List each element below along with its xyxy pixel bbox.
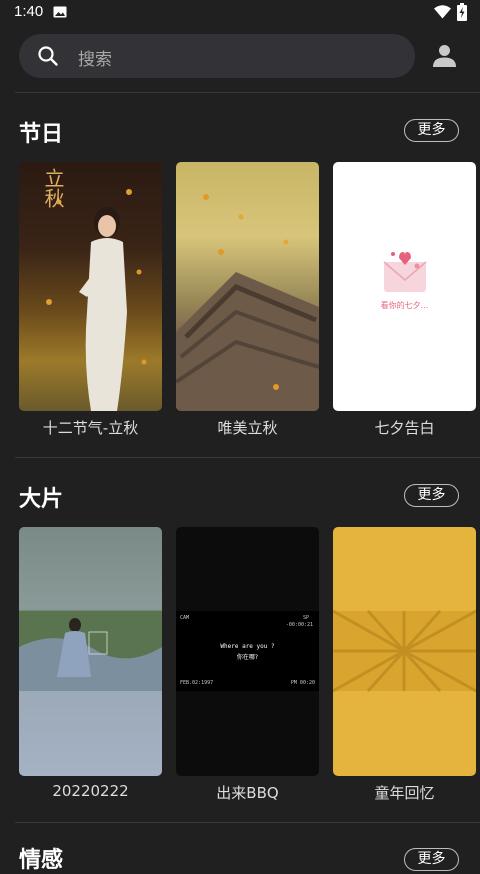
- section-title-emotion: 情感: [19, 848, 64, 873]
- card-label: 出来BBQ: [216, 784, 279, 802]
- divider: [15, 92, 480, 93]
- sp-label: SP: [302, 615, 309, 621]
- card-thumbnail: [19, 611, 162, 691]
- overlay-title: Where are you ?: [220, 643, 275, 650]
- more-button-emotion[interactable]: 更多: [404, 848, 459, 871]
- template-card[interactable]: [19, 527, 162, 776]
- section-title-festival: 节日: [19, 122, 64, 147]
- template-card[interactable]: [333, 527, 476, 776]
- counter-label: -00:00:21: [285, 622, 313, 628]
- divider: [15, 822, 480, 823]
- cam-label: CAM: [180, 615, 190, 621]
- search-bar[interactable]: 搜索: [19, 34, 415, 78]
- card-thumbnail: [176, 194, 319, 411]
- card-label: 十二节气-立秋: [42, 419, 139, 437]
- template-card[interactable]: 立秋: [19, 162, 162, 411]
- card-overlay-text: 立秋: [41, 168, 65, 208]
- divider: [15, 457, 480, 458]
- wifi-icon: [434, 5, 451, 19]
- image-notification-icon: [53, 6, 67, 18]
- envelope-heart-icon: [383, 252, 427, 292]
- card-label: 唯美立秋: [217, 419, 278, 437]
- card-overlay-text: 看你的七夕...: [380, 301, 429, 310]
- card-label: 20220222: [52, 782, 129, 800]
- battery-charging-icon: [457, 3, 467, 21]
- time-label: PM 00:20: [290, 680, 315, 686]
- section-title-blockbuster: 大片: [19, 487, 64, 512]
- template-card[interactable]: [176, 162, 319, 411]
- camera-frame: CAM SP -00:00:21 Where are you ? 你在哪? FE…: [176, 611, 319, 691]
- template-card[interactable]: 看你的七夕...: [333, 162, 476, 411]
- date-label: FEB.02:1997: [180, 680, 214, 686]
- template-card[interactable]: CAM SP -00:00:21 Where are you ? 你在哪? FE…: [176, 527, 319, 776]
- search-placeholder: 搜索: [78, 50, 112, 70]
- overlay-subtitle: 你在哪?: [236, 654, 259, 661]
- search-icon: [38, 46, 58, 66]
- sunburst-thumbnail: [333, 609, 476, 693]
- card-label: 七夕告白: [374, 419, 435, 437]
- status-time: 1:40: [14, 3, 44, 20]
- card-label: 童年回忆: [374, 784, 435, 802]
- status-bar: 1:40: [0, 0, 480, 26]
- user-avatar-icon[interactable]: [432, 44, 457, 68]
- more-button-festival[interactable]: 更多: [404, 119, 459, 142]
- more-button-blockbuster[interactable]: 更多: [404, 484, 459, 507]
